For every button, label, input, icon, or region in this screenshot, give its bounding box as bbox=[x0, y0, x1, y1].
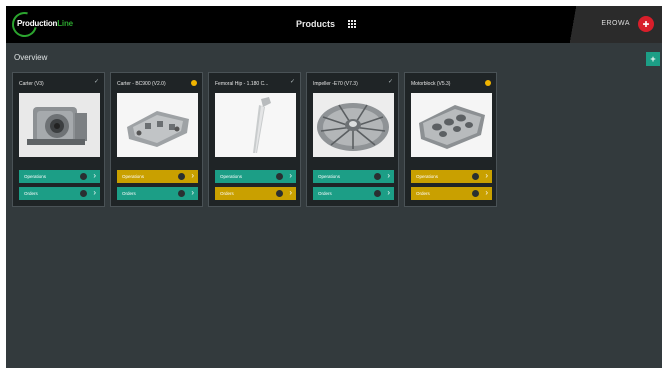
logo-text-part2: Line bbox=[57, 19, 73, 28]
count-badge bbox=[276, 173, 283, 180]
product-image bbox=[411, 93, 492, 157]
chevron-right-icon: › bbox=[191, 171, 194, 180]
check-icon: ✓ bbox=[387, 79, 393, 85]
count-badge bbox=[80, 190, 87, 197]
operations-label: Operations bbox=[318, 174, 341, 179]
product-cards: Carter (V3) ✓ Operations › Orders › Cart… bbox=[12, 72, 497, 207]
product-title: Motorblock (V5.3) bbox=[411, 81, 451, 87]
operations-button[interactable]: Operations › bbox=[19, 170, 100, 183]
orders-button[interactable]: Orders › bbox=[411, 187, 492, 200]
chevron-right-icon: › bbox=[93, 171, 96, 180]
brand-name: EROWA bbox=[601, 20, 630, 27]
orders-button[interactable]: Orders › bbox=[313, 187, 394, 200]
orders-label: Orders bbox=[220, 191, 234, 196]
product-title: Impeller -E70 (V7.3) bbox=[313, 81, 358, 87]
app-logo[interactable]: ProductionLine bbox=[7, 7, 73, 42]
app-frame: ProductionLine Products EROWA ✚ Overview… bbox=[6, 6, 662, 368]
chevron-right-icon: › bbox=[289, 188, 292, 197]
top-bar: ProductionLine Products EROWA ✚ bbox=[6, 6, 662, 43]
product-title: Femoral Hip - 1.180 C... bbox=[215, 81, 269, 87]
chevron-right-icon: › bbox=[485, 188, 488, 197]
products-title: Products bbox=[296, 19, 336, 29]
brand-area: EROWA ✚ bbox=[566, 6, 662, 43]
chevron-right-icon: › bbox=[93, 188, 96, 197]
product-title: Carter (V3) bbox=[19, 81, 44, 87]
orders-button[interactable]: Orders › bbox=[117, 187, 198, 200]
count-badge bbox=[374, 173, 381, 180]
operations-button[interactable]: Operations › bbox=[313, 170, 394, 183]
warning-icon bbox=[485, 80, 491, 86]
product-card[interactable]: Carter (V3) ✓ Operations › Orders › bbox=[12, 72, 105, 207]
count-badge bbox=[80, 173, 87, 180]
operations-label: Operations bbox=[122, 174, 145, 179]
operations-label: Operations bbox=[24, 174, 47, 179]
count-badge bbox=[374, 190, 381, 197]
add-product-button[interactable]: + bbox=[646, 52, 660, 66]
chevron-right-icon: › bbox=[387, 171, 390, 180]
product-card[interactable]: Impeller -E70 (V7.3) ✓ Operations › Orde… bbox=[306, 72, 399, 207]
page-title: Overview bbox=[14, 53, 48, 62]
operations-button[interactable]: Operations › bbox=[411, 170, 492, 183]
count-badge bbox=[472, 190, 479, 197]
operations-label: Operations bbox=[416, 174, 439, 179]
chevron-right-icon: › bbox=[289, 171, 292, 180]
product-image bbox=[19, 93, 100, 157]
orders-button[interactable]: Orders › bbox=[215, 187, 296, 200]
chevron-right-icon: › bbox=[485, 171, 488, 180]
product-card[interactable]: Carter - BC900 (V2.0) Operations › Order… bbox=[110, 72, 203, 207]
count-badge bbox=[178, 173, 185, 180]
products-menu[interactable]: Products bbox=[296, 19, 356, 29]
grid-menu-icon[interactable] bbox=[347, 20, 356, 29]
warning-icon bbox=[191, 80, 197, 86]
operations-label: Operations bbox=[220, 174, 243, 179]
product-image bbox=[117, 93, 198, 157]
check-icon: ✓ bbox=[289, 79, 295, 85]
operations-button[interactable]: Operations › bbox=[215, 170, 296, 183]
count-badge bbox=[178, 190, 185, 197]
orders-button[interactable]: Orders › bbox=[19, 187, 100, 200]
product-image bbox=[215, 93, 296, 157]
operations-button[interactable]: Operations › bbox=[117, 170, 198, 183]
count-badge bbox=[276, 190, 283, 197]
product-title: Carter - BC900 (V2.0) bbox=[117, 81, 166, 87]
product-card[interactable]: Motorblock (V5.3) Operations › Orders › bbox=[404, 72, 497, 207]
product-card[interactable]: Femoral Hip - 1.180 C... ✓ Operations › … bbox=[208, 72, 301, 207]
chevron-right-icon: › bbox=[191, 188, 194, 197]
orders-label: Orders bbox=[318, 191, 332, 196]
orders-label: Orders bbox=[416, 191, 430, 196]
check-icon: ✓ bbox=[93, 79, 99, 85]
chevron-right-icon: › bbox=[387, 188, 390, 197]
erowa-logo-icon: ✚ bbox=[638, 16, 654, 32]
count-badge bbox=[472, 173, 479, 180]
product-image bbox=[313, 93, 394, 157]
orders-label: Orders bbox=[24, 191, 38, 196]
orders-label: Orders bbox=[122, 191, 136, 196]
logo-text-part1: Production bbox=[17, 19, 58, 28]
